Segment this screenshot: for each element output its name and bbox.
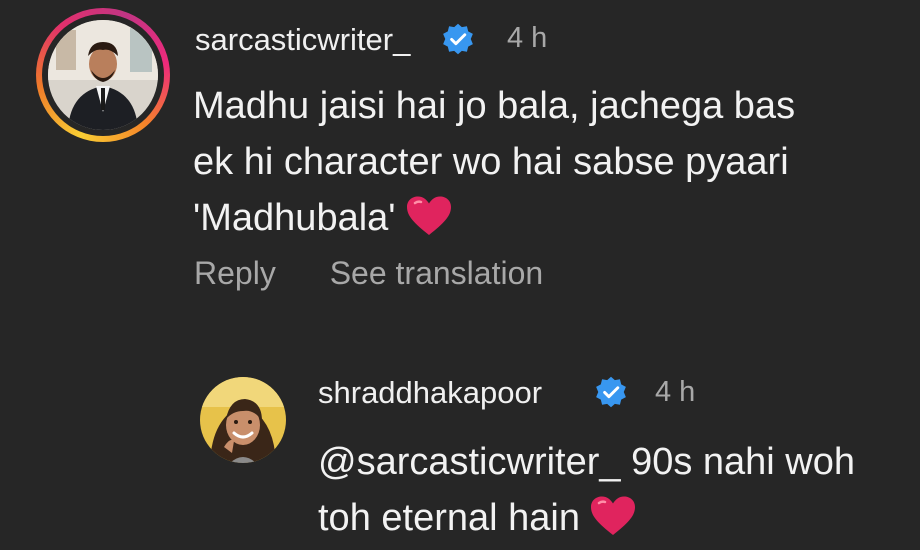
comment-line: 'Madhubala' <box>193 190 893 246</box>
comment-text: @sarcasticwriter_ 90s nahi woh toh etern… <box>318 434 908 546</box>
red-heart-icon <box>406 196 451 235</box>
red-heart-icon <box>590 496 635 535</box>
comment-line: toh eternal hain <box>318 490 908 546</box>
username[interactable]: shraddhakapoor <box>318 375 542 411</box>
timestamp: 4 h <box>507 22 548 54</box>
comment-text: Madhu jaisi hai jo bala, jachega bas ek … <box>193 78 893 246</box>
comment-sarcasticwriter: sarcasticwriter_ 4 h Madhu jaisi hai jo … <box>0 0 920 320</box>
avatar[interactable] <box>48 20 158 130</box>
comment-shraddhakapoor: shraddhakapoor 4 h @sarcasticwriter_ 90s… <box>0 360 920 550</box>
verified-badge-icon <box>443 23 473 55</box>
comment-line: Madhu jaisi hai jo bala, jachega bas <box>193 85 796 127</box>
comment-line: @sarcasticwriter_ 90s nahi woh <box>318 441 856 483</box>
comment-actions: Reply See translation <box>194 255 588 292</box>
username[interactable]: sarcasticwriter_ <box>195 22 410 58</box>
reply-button[interactable]: Reply <box>194 255 276 291</box>
timestamp: 4 h <box>655 376 696 408</box>
comment-line: ek hi character wo hai sabse pyaari <box>193 141 789 183</box>
avatar[interactable] <box>200 377 286 463</box>
see-translation-button[interactable]: See translation <box>330 255 543 291</box>
verified-badge-icon <box>596 376 626 408</box>
